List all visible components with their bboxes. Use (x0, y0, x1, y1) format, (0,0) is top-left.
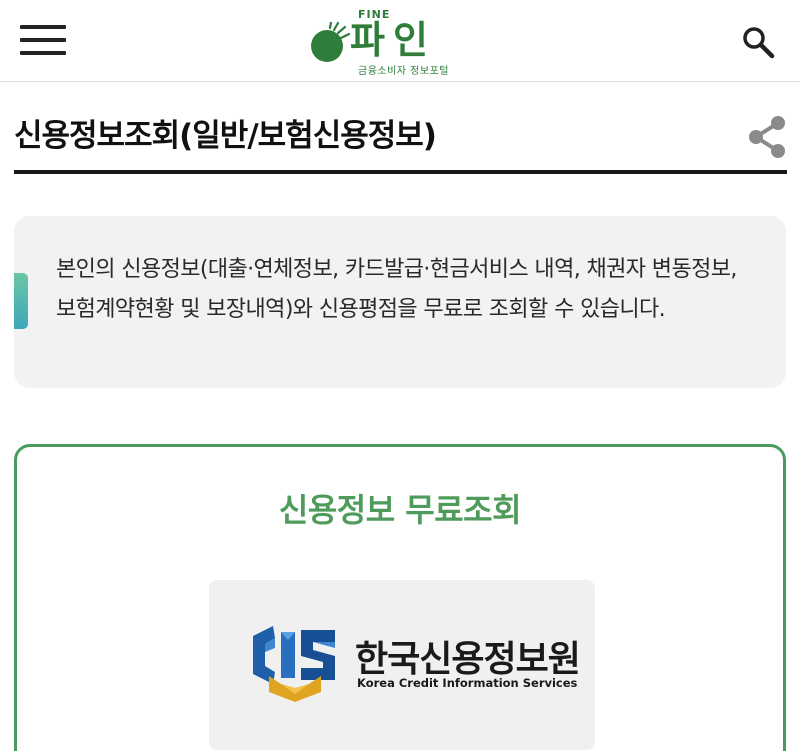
fine-logo-mark-icon (311, 22, 351, 62)
agency-name-korean: 한국신용정보원 (355, 639, 581, 680)
logo-tagline: 금융소비자 정보포털 (358, 66, 449, 77)
title-divider (14, 170, 787, 174)
card-title: 신용정보 무료조회 (278, 491, 522, 529)
page-title: 신용정보조회(일반/보험신용정보) (14, 118, 437, 154)
agency-name-english: Korea Credit Information Services (357, 676, 578, 690)
info-box: 본인의 신용정보(대출·연체정보, 카드발급·현금서비스 내역, 채권자 변동정… (14, 216, 786, 388)
credit-inquiry-card: 신용정보 무료조회 한국신용정보원 Korea Credit Informati… (14, 444, 786, 751)
share-icon[interactable] (744, 112, 790, 162)
search-icon[interactable] (740, 24, 776, 60)
info-accent-bar (14, 273, 28, 329)
kcis-logo-icon (253, 626, 335, 702)
hamburger-menu-icon[interactable] (20, 24, 68, 58)
kcis-link-button[interactable]: 한국신용정보원 Korea Credit Information Service… (209, 580, 595, 750)
logo-brand-name: 파인 (350, 18, 436, 62)
fine-logo[interactable]: FINE 파인 금융소비자 정보포털 (310, 6, 460, 77)
top-header: FINE 파인 금융소비자 정보포털 (0, 0, 800, 82)
info-description: 본인의 신용정보(대출·연체정보, 카드발급·현금서비스 내역, 채권자 변동정… (56, 257, 737, 322)
